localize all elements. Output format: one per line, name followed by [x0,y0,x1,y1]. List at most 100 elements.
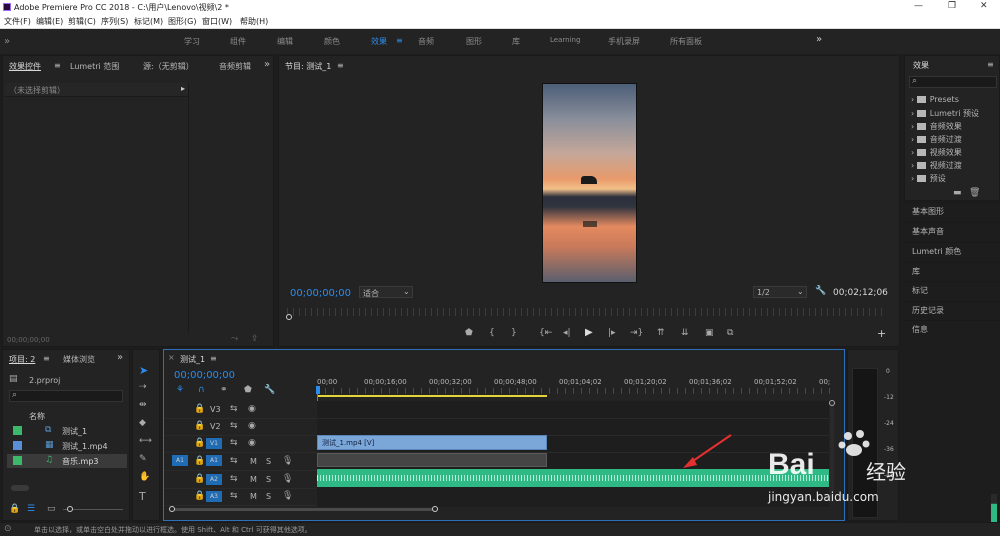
audio-clip[interactable] [317,469,829,487]
tab-project[interactable]: 项目: 2 [9,354,35,365]
effects-item-audio-transitions[interactable]: › 音频过渡 [911,134,962,145]
hand-tool-icon[interactable]: ✋ [139,472,150,482]
scroll-handle-left[interactable] [169,506,175,512]
export-icon[interactable]: ⇪ [251,334,259,344]
section-essential-sound[interactable]: 基本声音 [904,222,1000,241]
track-target-a2[interactable]: A2 [206,474,222,485]
tab-sequence[interactable]: 测试_1 [180,354,205,365]
sync-lock-icon[interactable]: ⇆ [230,491,238,501]
work-area-bar[interactable] [317,395,547,397]
timeline-timecode[interactable]: 00;00;00;00 [174,370,235,381]
list-item[interactable]: ▦ 测试_1.mp4 [7,439,127,453]
section-history[interactable]: 历史记录 [904,301,1000,320]
section-libraries[interactable]: 库 [904,262,1000,281]
add-marker-icon[interactable]: ⬟ [465,328,473,338]
eye-icon[interactable]: ◉ [248,421,256,431]
type-tool-icon[interactable]: T [139,490,146,503]
eye-icon[interactable]: ◉ [248,438,256,448]
panel-overflow-button[interactable]: » [264,59,270,70]
effects-item-lumetri-presets[interactable]: › Lumetri 预设 [911,108,979,119]
track-area[interactable]: 测试_1.mp4 [V] [317,401,829,507]
tab-lumetri-scopes[interactable]: Lumetri 范围 [70,61,119,72]
track-target-v1[interactable]: V1 [206,438,222,449]
project-scrollbar[interactable] [11,485,29,491]
lock-icon[interactable]: 🔒 [194,456,205,466]
step-back-icon[interactable]: ◂| [563,328,571,338]
minimize-button[interactable]: — [914,1,923,11]
lock-icon[interactable]: 🔒 [194,404,205,414]
solo-button[interactable]: S [266,457,271,466]
tab-media-browser[interactable]: 媒体浏览 [63,354,95,365]
lock-icon[interactable]: 🔒 [9,504,20,514]
microphone-icon[interactable]: 🎙 [282,456,293,466]
solo-button[interactable]: S [266,492,271,501]
mute-button[interactable]: M [250,492,257,501]
section-lumetri-color[interactable]: Lumetri 颜色 [904,242,1000,261]
source-patch-a1[interactable]: A1 [172,455,188,466]
eye-icon[interactable]: ◉ [248,404,256,414]
linked-selection-icon[interactable]: ⚭ [220,385,228,395]
effects-item-audio-effects[interactable]: › 音频效果 [911,121,962,132]
lock-icon[interactable]: 🔒 [194,474,205,484]
menu-graphics[interactable]: 图形(G) [168,16,196,27]
track-target-a1[interactable]: A1 [206,455,222,466]
home-button[interactable]: » [4,36,10,47]
workspace-all-panels[interactable]: 所有面板 [670,36,702,47]
lock-icon[interactable]: 🔒 [194,421,205,431]
effects-item-presets[interactable]: › Presets [911,95,959,104]
effects-item-video-transitions[interactable]: › 视频过渡 [911,160,962,171]
effects-menu-icon[interactable]: ≡ [987,60,994,69]
timeline-menu-icon[interactable]: ≡ [210,354,217,363]
new-bin-icon[interactable]: ▬ [953,188,962,198]
section-essential-graphics[interactable]: 基本图形 [904,202,1000,221]
workspace-libraries[interactable]: 库 [512,36,520,47]
track-target-a3[interactable]: A3 [206,491,222,502]
solo-button[interactable]: S [266,475,271,484]
section-info[interactable]: 信息 [904,320,1000,339]
pen-tool-icon[interactable]: ✎ [139,454,147,464]
menu-edit[interactable]: 编辑(E) [36,16,63,27]
go-to-in-icon[interactable]: {⇤ [539,328,552,338]
tab-source[interactable]: 源:（无剪辑） [143,61,194,72]
workspace-learning[interactable]: Learning [550,36,580,44]
button-editor-icon[interactable]: + [877,327,886,340]
timeline-close-icon[interactable]: × [168,353,175,362]
video-clip[interactable]: 测试_1.mp4 [V] [317,435,547,450]
tab-effect-controls-menu[interactable]: ≡ [54,61,61,70]
sync-lock-icon[interactable]: ⇆ [230,404,238,414]
mark-in-icon[interactable]: { [489,328,495,338]
workspace-color[interactable]: 颜色 [324,36,340,47]
project-overflow-button[interactable]: » [117,352,123,363]
effects-item-presets-cn[interactable]: › 预设 [911,173,946,184]
comparison-view-icon[interactable]: ⧉ [727,328,733,338]
expand-arrow-icon[interactable]: ▸ [181,84,185,93]
scroll-handle-right[interactable] [432,506,438,512]
effects-title[interactable]: 效果 [913,60,929,71]
workspace-menu-icon[interactable]: ≡ [396,36,403,45]
razor-tool-icon[interactable]: ◆ [139,418,146,428]
project-menu-icon[interactable]: ≡ [43,354,50,363]
close-button[interactable]: ✕ [980,1,988,11]
icon-view-icon[interactable]: ▭ [47,504,56,514]
sync-lock-icon[interactable]: ⇆ [230,421,238,431]
add-marker-icon[interactable]: ⬟ [244,385,252,395]
extract-icon[interactable]: ⇊ [681,328,689,338]
zoom-slider-handle[interactable] [67,506,73,512]
menu-window[interactable]: 窗口(W) [202,16,232,27]
effects-search-input[interactable]: ⌕ [909,76,997,88]
workspace-overflow-button[interactable]: » [816,34,822,45]
workspace-editing[interactable]: 编辑 [277,36,293,47]
mute-button[interactable]: M [250,475,257,484]
tab-program[interactable]: 节目: 测试_1 [285,61,331,72]
menu-help[interactable]: 帮助(H) [240,16,268,27]
workspace-audio[interactable]: 音频 [418,36,434,47]
program-timecode[interactable]: 00;00;00;00 [290,288,351,299]
section-markers[interactable]: 标记 [904,281,1000,300]
resolution-dropdown[interactable]: 1/2 ⌄ [753,286,807,298]
list-item[interactable]: ⧉ 测试_1 [7,424,127,438]
snap-icon[interactable]: ∩ [198,385,205,395]
slip-tool-icon[interactable]: ⟷ [139,436,152,446]
sync-lock-icon[interactable]: ⇆ [230,456,238,466]
workspace-graphics[interactable]: 图形 [466,36,482,47]
selection-tool-icon[interactable]: ➤ [139,364,148,377]
